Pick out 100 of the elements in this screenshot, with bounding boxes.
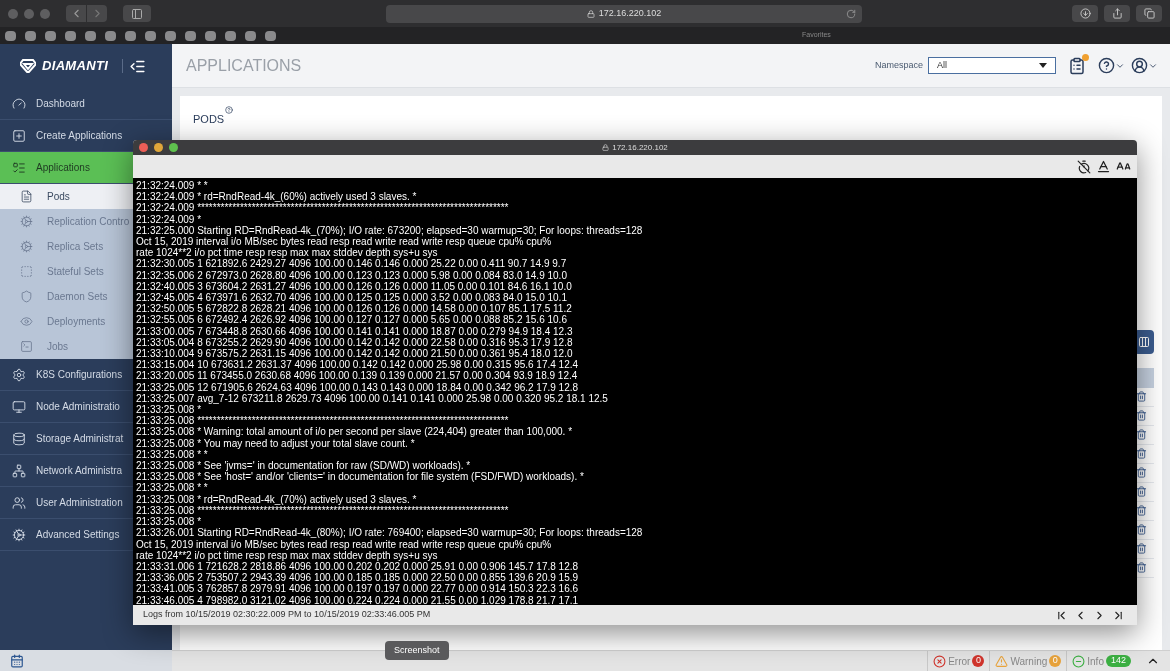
log-line: 21:33:41.005 3 762857.8 2979.91 4096 100.00 0.197 0.197 0.000 22.77 0.00 0.914 150.3 22.3 16.6 <box>136 583 579 595</box>
bookmark-icon[interactable] <box>165 30 176 41</box>
calendar-icon[interactable] <box>10 653 24 668</box>
bookmark-icon[interactable] <box>25 30 36 41</box>
trash-icon[interactable] <box>1136 562 1147 573</box>
namespace-label: Namespace <box>874 58 923 72</box>
back-button[interactable] <box>66 5 86 22</box>
plus-square-icon <box>12 128 26 143</box>
bookmark-icon[interactable] <box>5 30 16 41</box>
bookmark-icon[interactable] <box>105 30 116 41</box>
notifications-icon[interactable] <box>1068 56 1086 75</box>
download-button[interactable] <box>1072 5 1098 22</box>
sidebar-icon <box>131 7 143 20</box>
timer-off-icon[interactable] <box>1077 159 1091 174</box>
log-line: rate 1024**2 i/o pct time resp resp max max stddev depth sys+u sys <box>136 247 438 259</box>
trash-icon[interactable] <box>1136 543 1147 554</box>
log-line: 21:33:05.004 8 673255.2 2629.90 4096 100.00 0.142 0.142 0.000 22.58 0.00 0.316 95.3 17.9 12.8 <box>136 336 573 349</box>
diamond-logo-icon <box>20 59 36 73</box>
trash-icon[interactable] <box>1136 505 1147 516</box>
trash-icon[interactable] <box>1136 391 1147 402</box>
bookmark-icon[interactable] <box>245 30 256 41</box>
log-line: 21:33:10.004 9 673575.2 2631.15 4096 100.00 0.142 0.142 0.000 21.50 0.00 0.361 95.4 18.0 12.0 <box>136 348 573 360</box>
log-line: 21:32:45.005 4 673971.6 2632.70 4096 100.00 0.125 0.125 0.000 3.52 0.00 0.083 84.0 15.0 10.1 <box>136 292 567 304</box>
terminal-icon <box>20 340 33 353</box>
status-label: Error <box>948 654 971 669</box>
gear-icon <box>12 367 26 382</box>
log-line: 21:33:00.005 7 673448.8 2630.66 4096 100.00 0.141 0.141 0.000 18.87 0.00 0.279 94.9 18.4 12.3 <box>136 325 573 337</box>
log-window-title: 172.16.220.102 <box>612 141 668 154</box>
log-line: 21:32:35.006 2 672973.0 2628.80 4096 100.00 0.123 0.123 0.000 5.98 0.00 0.084 83.0 14.9 10.0 <box>136 269 567 281</box>
log-line: rate 1024**2 i/o pct time resp resp max max stddev depth sys+u sys <box>136 549 438 561</box>
bookmark-icon[interactable] <box>205 30 216 41</box>
help-icon[interactable] <box>1098 57 1115 74</box>
tabs-button[interactable] <box>1136 5 1162 22</box>
bookmark-icon[interactable] <box>225 30 236 41</box>
sidebar-item[interactable]: Dashboard <box>0 88 172 120</box>
log-range-text: Logs from 10/15/2019 02:30:22.009 PM to 10/15/2019 02:33:46.005 PM <box>143 608 431 622</box>
logo-text: DIAMANTI <box>42 57 109 76</box>
sidebar-toggle-button[interactable] <box>123 5 151 22</box>
gear-icon <box>20 240 33 253</box>
log-line: 21:33:36.005 2 753507.2 2943.39 4096 100.00 0.185 0.185 0.000 22.50 0.00 0.855 139.6 20.9 15.9 <box>136 572 579 584</box>
status-label: Warning <box>1010 654 1048 669</box>
bookmark-icon[interactable] <box>125 30 136 41</box>
tabs-icon <box>1143 8 1155 19</box>
users-icon <box>12 495 26 510</box>
log-line: Oct 15, 2019 interval i/o MB/sec bytes read resp read write read write resp queue cpu% cpu% <box>136 236 552 248</box>
trash-icon[interactable] <box>1136 524 1147 535</box>
user-avatar-icon[interactable] <box>1131 57 1148 74</box>
font-color-icon[interactable] <box>1096 159 1111 174</box>
url-text: 172.16.220.102 <box>598 6 662 20</box>
address-bar[interactable]: 172.16.220.102 <box>386 4 862 23</box>
status-count: 0 <box>972 655 985 667</box>
gear-icon <box>20 215 33 228</box>
log-line: 21:33:31.006 1 721628.2 2818.86 4096 100.00 0.202 0.202 0.000 25.91 0.00 0.906 145.7 17.8 12.8 <box>136 560 579 573</box>
list-icon <box>12 160 26 175</box>
document-icon <box>20 190 33 203</box>
gauge-icon <box>12 96 26 111</box>
columns-icon <box>1138 335 1150 348</box>
download-icon <box>1079 8 1091 19</box>
log-line: 21:32:24.009 * <box>136 213 202 225</box>
zoom-button[interactable] <box>169 143 178 152</box>
bookmark-icon[interactable] <box>45 30 56 41</box>
bookmark-icon[interactable] <box>145 30 156 41</box>
network-icon <box>12 463 26 478</box>
tooltip: Screenshot <box>385 641 449 660</box>
status-label: Info <box>1087 654 1104 669</box>
log-line: 21:32:40.005 3 673604.2 2631.27 4096 100.00 0.126 0.126 0.000 11.05 0.00 0.101 84.6 16.1 10.0 <box>136 280 572 293</box>
bookmark-icon[interactable] <box>185 30 196 41</box>
dashed-square-icon <box>20 265 33 278</box>
trash-icon[interactable] <box>1136 467 1147 478</box>
log-line: 21:32:25.000 Starting RD=RndRead-4k_(70%); I/O rate: 673200; elapsed=30 warmup=30; For loops: threads=128 <box>136 224 643 236</box>
monitor-icon <box>12 399 26 414</box>
share-icon <box>1111 8 1123 19</box>
eye-icon <box>20 315 33 328</box>
error-icon <box>933 654 947 668</box>
status-count: 142 <box>1105 655 1131 667</box>
trash-icon[interactable] <box>1136 486 1147 497</box>
minimize-button[interactable] <box>154 143 163 152</box>
trash-icon[interactable] <box>1136 429 1147 440</box>
trash-icon[interactable] <box>1136 410 1147 421</box>
bookmark-icon[interactable] <box>265 30 276 41</box>
page-title: APPLICATIONS <box>186 55 302 76</box>
close-button[interactable] <box>139 143 148 152</box>
namespace-select[interactable]: All <box>928 57 1056 74</box>
reload-icon[interactable] <box>846 8 856 19</box>
database-icon <box>12 431 26 446</box>
log-line: 21:32:55.005 6 672492.4 2626.92 4096 100.00 0.127 0.127 0.000 5.65 0.00 0.088 85.2 15.6 10.6 <box>136 314 567 326</box>
bookmark-icon[interactable] <box>65 30 76 41</box>
info-icon <box>1072 654 1086 668</box>
status-count: 0 <box>1049 655 1062 667</box>
log-line: 21:33:46.005 4 798982.0 3121.02 4096 100.00 0.224 0.224 0.000 21.55 0.00 1.029 178.8 21.7 17.1 <box>136 594 579 605</box>
notification-badge <box>1082 53 1089 61</box>
trash-icon[interactable] <box>1136 448 1147 459</box>
shield-icon <box>20 290 33 303</box>
bookmark-icon[interactable] <box>85 30 96 41</box>
caret-icon <box>1039 63 1047 68</box>
log-line: 21:32:30.005 1 621892.6 2429.27 4096 100.00 0.146 0.146 0.000 25.22 0.00 0.411 90.7 14.9 9.7 <box>136 258 567 270</box>
log-line: 21:32:50.005 5 672822.8 2628.21 4096 100.00 0.126 0.126 0.000 14.58 0.00 0.107 85.1 17.5 11.2 <box>136 303 572 315</box>
warning-icon <box>995 654 1009 668</box>
share-button[interactable] <box>1104 5 1130 22</box>
cogs-icon <box>12 527 26 542</box>
